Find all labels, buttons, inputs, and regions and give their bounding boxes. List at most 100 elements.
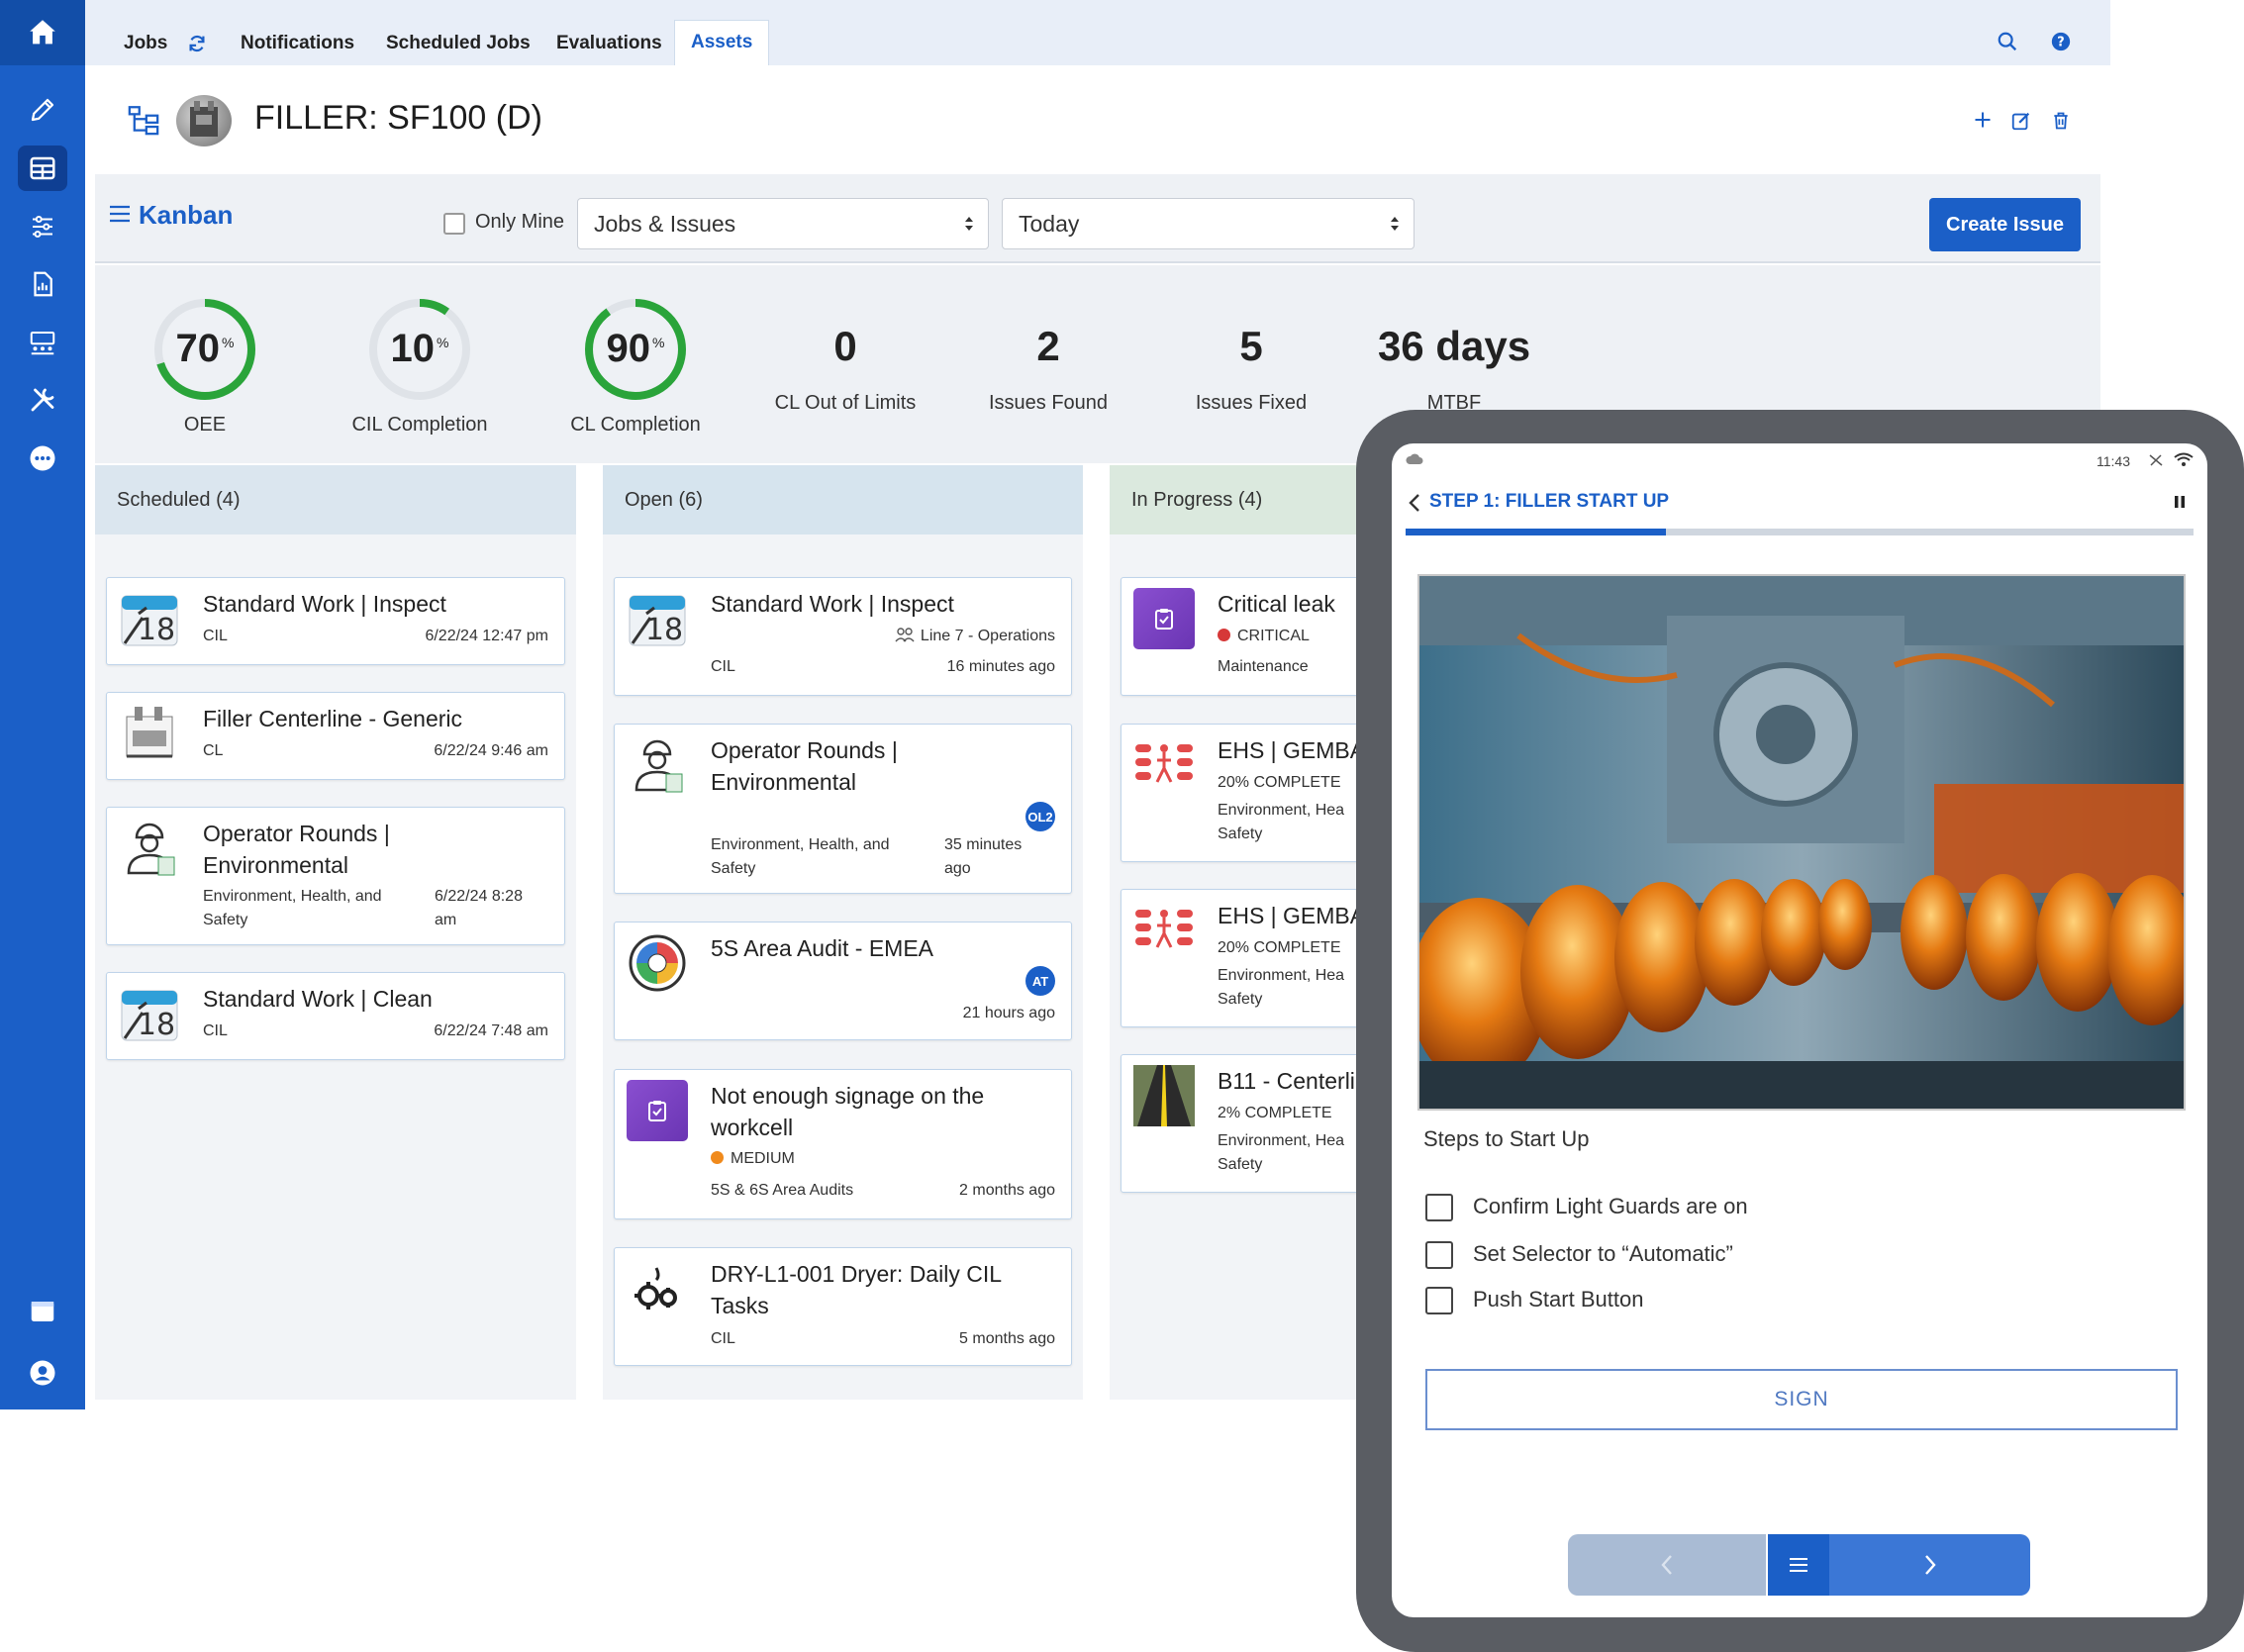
- asset-thumbnail: [176, 95, 232, 146]
- cil-completion-value: 10%: [390, 327, 449, 370]
- tablet-device: 11:43 STEP 1: FILLER START UP Steps to S…: [1356, 410, 2244, 1652]
- job-card[interactable]: 18 Standard Work | Inspect CIL 6/22/24 1…: [106, 577, 565, 665]
- medium-severity-dot: [711, 1151, 724, 1164]
- sidebar-item-teams[interactable]: [18, 320, 67, 365]
- only-mine-label: Only Mine: [475, 211, 565, 233]
- step-checkbox[interactable]: [1425, 1287, 1453, 1314]
- cil-completion-label: CIL Completion: [351, 414, 488, 436]
- step-label: Push Start Button: [1473, 1287, 1644, 1312]
- help-icon[interactable]: ?: [2050, 31, 2072, 52]
- sidebar-home-button[interactable]: [0, 0, 85, 65]
- back-chevron-icon[interactable]: [1408, 493, 1421, 513]
- tab-jobs[interactable]: Jobs: [124, 22, 167, 65]
- job-card[interactable]: DRY-L1-001 Dryer: Daily CIL Tasks CIL 5 …: [614, 1247, 1072, 1366]
- cl-out-of-limits-value: 0: [833, 323, 857, 369]
- hamburger-menu-icon[interactable]: [109, 204, 131, 224]
- column-header-scheduled: Scheduled (4): [95, 465, 576, 534]
- critical-severity-dot: [1218, 629, 1230, 641]
- column-header-in-progress: In Progress (4): [1110, 465, 1367, 534]
- job-card[interactable]: 18 Standard Work | Inspect Line 7 - Oper…: [614, 577, 1072, 696]
- people-icon: [895, 628, 915, 642]
- sidebar-item-edit[interactable]: [18, 87, 67, 133]
- card-type-line-2: Safety: [1218, 826, 1263, 842]
- card-progress: 20% COMPLETE: [1218, 939, 1341, 956]
- step-label: Set Selector to “Automatic”: [1473, 1241, 1733, 1266]
- card-title: EHS | GEMBA: [1218, 903, 1366, 928]
- job-card[interactable]: Operator Rounds | Environmental OL2 Envi…: [614, 724, 1072, 894]
- search-icon[interactable]: [1997, 31, 2018, 52]
- sidebar-item-settings[interactable]: [18, 204, 67, 249]
- issues-fixed-label: Issues Fixed: [1195, 392, 1308, 414]
- assignee-badge: AT: [1025, 966, 1055, 996]
- issue-card[interactable]: Not enough signage on the workcell MEDIU…: [614, 1069, 1072, 1219]
- view-title: Kanban: [139, 200, 234, 230]
- step-progress-bar: [1406, 529, 2194, 535]
- job-card[interactable]: 5S Area Audit - EMEA AT 21 hours ago: [614, 922, 1072, 1040]
- step-list-button[interactable]: [1768, 1534, 1829, 1596]
- create-issue-button[interactable]: Create Issue: [1929, 198, 2081, 251]
- filler-machine-icon: [126, 707, 173, 758]
- sidebar-item-profile[interactable]: [18, 1350, 67, 1396]
- card-title: 5S Area Audit - EMEA: [711, 935, 934, 961]
- oee-value: 70%: [175, 327, 235, 370]
- tools-icon: [31, 388, 54, 412]
- card-time: 21 hours ago: [962, 1005, 1055, 1021]
- step-label: Confirm Light Guards are on: [1473, 1194, 1748, 1218]
- card-type-line-2: Safety: [203, 912, 248, 928]
- next-step-button[interactable]: [1829, 1534, 2030, 1596]
- card-date: 6/22/24 7:48 am: [434, 1022, 548, 1039]
- refresh-icon[interactable]: [186, 33, 208, 54]
- step-checkbox[interactable]: [1425, 1194, 1453, 1221]
- issues-found-label: Issues Found: [988, 392, 1109, 414]
- calendar-wrench-icon: 18: [121, 595, 178, 647]
- previous-step-button[interactable]: [1568, 1534, 1766, 1596]
- sidebar-item-dashboard[interactable]: [18, 146, 67, 191]
- job-card[interactable]: Filler Centerline - Generic CL 6/22/24 9…: [106, 692, 565, 780]
- card-severity: CRITICAL: [1218, 625, 1310, 648]
- add-icon[interactable]: [1973, 110, 1993, 130]
- column-header-open: Open (6): [603, 465, 1083, 534]
- hierarchy-icon[interactable]: [127, 103, 160, 137]
- card-type: CIL: [203, 1022, 228, 1039]
- card-title: Standard Work | Inspect: [711, 591, 954, 617]
- sidebar-item-reports[interactable]: [18, 261, 67, 307]
- calendar-wrench-icon: 18: [121, 990, 178, 1042]
- card-type: Environment, Hea: [1218, 967, 1345, 984]
- step-checkbox[interactable]: [1425, 1241, 1453, 1269]
- issues-fixed-value: 5: [1239, 323, 1263, 369]
- date-select[interactable]: Today: [1002, 198, 1415, 249]
- filter-select[interactable]: Jobs & Issues: [577, 198, 989, 249]
- tab-assets[interactable]: Assets: [674, 20, 770, 65]
- card-type: CIL: [711, 658, 735, 675]
- only-mine-checkbox[interactable]: [443, 213, 465, 235]
- card-title: Standard Work | Clean: [203, 986, 433, 1012]
- sidebar-item-more[interactable]: [18, 436, 67, 481]
- tab-evaluations[interactable]: Evaluations: [556, 22, 662, 65]
- pause-icon[interactable]: [2174, 495, 2186, 509]
- card-type: Environment, Hea: [1218, 1132, 1345, 1149]
- edit-icon[interactable]: [2010, 110, 2032, 132]
- assignee-badge: OL2: [1025, 802, 1055, 831]
- sidebar-item-tools[interactable]: [18, 377, 67, 423]
- card-progress: 20% COMPLETE: [1218, 774, 1341, 791]
- sign-button[interactable]: SIGN: [1425, 1369, 2178, 1430]
- team-icon: [30, 332, 55, 355]
- card-title-line-2: Environmental: [203, 852, 349, 878]
- tab-scheduled-jobs[interactable]: Scheduled Jobs: [386, 22, 531, 65]
- card-date: 6/22/24 9:46 am: [434, 742, 548, 759]
- sidebar-item-calendar[interactable]: [18, 1289, 67, 1334]
- job-card[interactable]: Operator Rounds | Environmental Environm…: [106, 807, 565, 945]
- card-severity: MEDIUM: [711, 1147, 795, 1171]
- gears-icon: [634, 1267, 677, 1310]
- oee-label: OEE: [183, 414, 227, 436]
- card-type: CIL: [203, 628, 228, 644]
- tab-notifications[interactable]: Notifications: [241, 22, 354, 65]
- card-title: Operator Rounds |: [711, 737, 898, 763]
- step-progress-fill: [1406, 529, 1666, 535]
- step-navigation: [1568, 1534, 2030, 1596]
- card-type: Environment, Hea: [1218, 802, 1345, 819]
- cl-completion-value: 90%: [606, 327, 665, 370]
- job-card[interactable]: 18 Standard Work | Clean CIL 6/22/24 7:4…: [106, 972, 565, 1060]
- sidebar: [0, 0, 85, 1409]
- delete-icon[interactable]: [2051, 110, 2071, 132]
